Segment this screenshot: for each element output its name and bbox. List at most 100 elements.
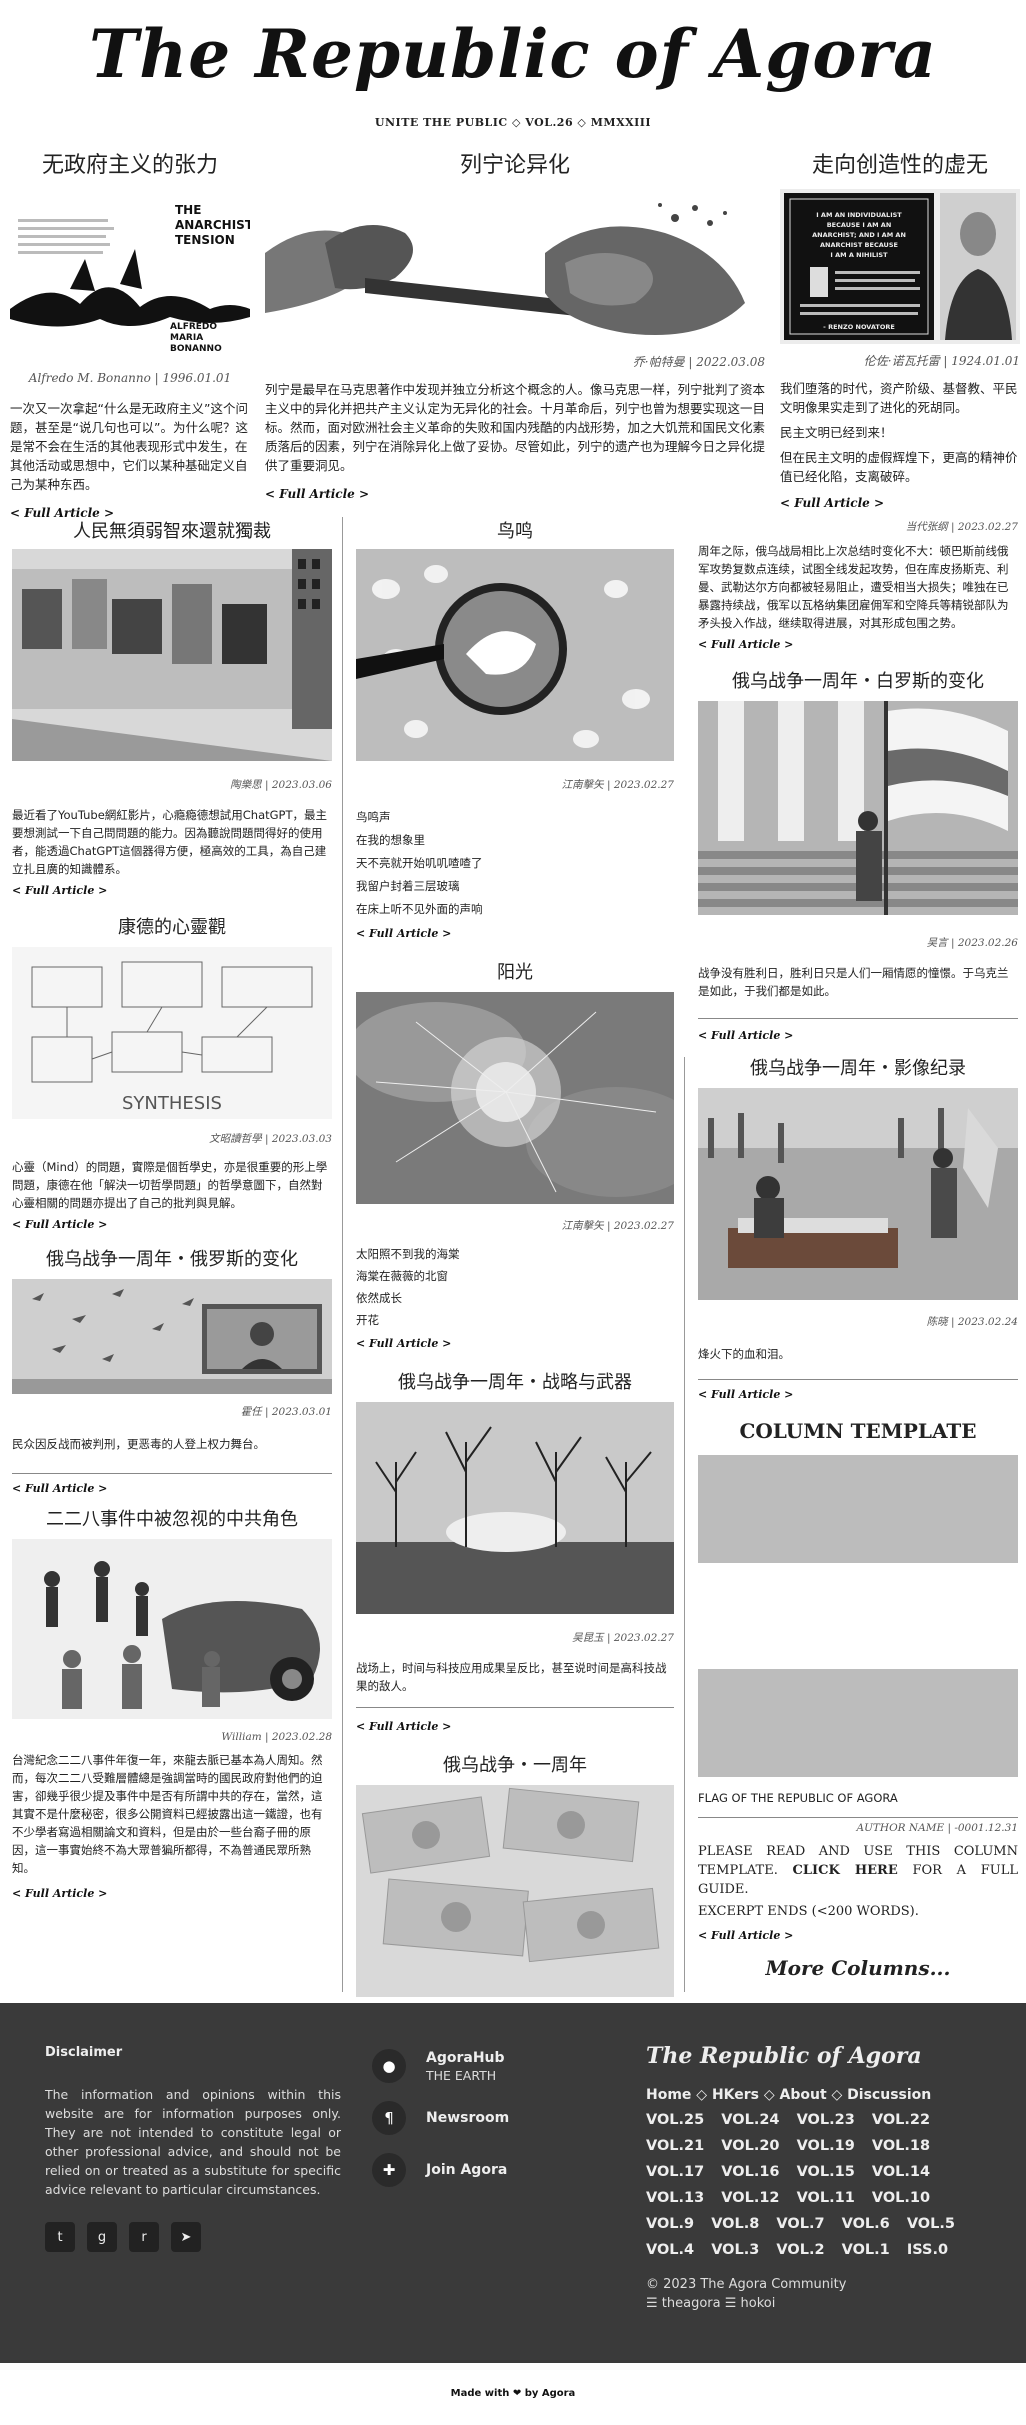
community-handles[interactable]: ☰ theagora ☰ hokoi [646,2296,986,2311]
full-article-link[interactable]: < Full Article > [12,1887,332,1900]
article-title[interactable]: 列宁论异化 [265,147,765,179]
volume-link[interactable]: ISS.0 [907,2242,948,2258]
poem: 太阳照不到我的海棠 海棠在薇薇的北窗 依然成长 开花 [356,1243,674,1331]
cover-title-line2: ANARCHIST [175,218,250,232]
volume-link[interactable]: VOL.13 [646,2190,704,2206]
volume-link[interactable]: VOL.12 [721,2190,779,2206]
reddit-icon[interactable]: r [129,2222,159,2252]
article-image[interactable] [698,1088,1018,1300]
volume-link[interactable]: VOL.9 [646,2216,694,2232]
github-icon[interactable]: g [87,2222,117,2252]
footer-link-join[interactable]: ✚ Join Agora [372,2153,509,2187]
divider [698,1817,1018,1818]
article-image[interactable] [356,992,674,1204]
article-image[interactable] [12,1279,332,1394]
volume-link[interactable]: VOL.1 [842,2242,890,2258]
flag-steps-image [698,701,1018,915]
article-image[interactable]: I AM AN INDIVIDUALIST BECAUSE I AM AN AN… [780,189,1020,344]
volume-link[interactable]: VOL.18 [872,2138,930,2154]
volume-link[interactable]: VOL.23 [797,2112,855,2128]
full-article-link[interactable]: < Full Article > [698,1029,1018,1042]
poem-line: 开花 [356,1313,379,1327]
nav-home[interactable]: Home [646,2087,691,2103]
copyright: © 2023 The Agora Community [646,2277,847,2292]
footer-link-label: AgoraHub [426,2049,505,2066]
poem-line: 鸟鸣声 [356,810,391,824]
top-article-creative-nothing: 走向创造性的虚无 I AM AN INDIVIDUALIST BECAUSE I… [780,147,1020,510]
article-title[interactable]: 俄乌战争一周年・俄罗斯的变化 [12,1245,332,1271]
full-article-link[interactable]: < Full Article > [780,496,1020,510]
full-article-link[interactable]: < Full Article > [698,1929,1018,1942]
article-title[interactable]: 二二八事件中被忽视的中共角色 [12,1505,332,1531]
volume-link[interactable]: VOL.11 [797,2190,855,2206]
volume-link[interactable]: VOL.17 [646,2164,704,2180]
article-meta: 乔·帕特曼 | 2022.03.08 [632,355,765,369]
template-image-placeholder[interactable] [698,1455,1018,1563]
full-article-link[interactable]: < Full Article > [12,884,332,897]
article-image[interactable] [356,1785,674,1997]
nav-discussion[interactable]: Discussion [847,2087,931,2103]
volume-link[interactable]: VOL.6 [842,2216,890,2232]
volume-link[interactable]: VOL.24 [721,2112,779,2128]
article-image[interactable] [356,1402,674,1614]
volume-link[interactable]: VOL.8 [711,2216,759,2232]
full-article-link[interactable]: < Full Article > [356,1720,674,1733]
divider [356,1707,674,1708]
article-title[interactable]: 俄乌战争・一周年 [356,1751,674,1777]
template-title[interactable]: COLUMN TEMPLATE [698,1419,1018,1443]
volume-link[interactable]: VOL.4 [646,2242,694,2258]
volume-link[interactable]: VOL.19 [797,2138,855,2154]
footer-brand[interactable]: The Republic of Agora [646,2043,986,2069]
article-image[interactable]: THE ANARCHIST TENSION ALFREDO MARIA BONA… [10,189,250,359]
more-columns-link[interactable]: More Columns... [698,1956,1018,1980]
volume-link[interactable]: VOL.16 [721,2164,779,2180]
site-title[interactable]: The Republic of Agora [0,14,1026,94]
telegram-icon[interactable]: ➤ [171,2222,201,2252]
article-image[interactable] [12,1539,332,1719]
funeral-image [698,1088,1018,1300]
volume-link[interactable]: VOL.10 [872,2190,930,2206]
full-article-link[interactable]: < Full Article > [12,1482,332,1495]
nav-about[interactable]: About [780,2087,827,2103]
volume-link[interactable]: VOL.25 [646,2112,704,2128]
volume-link[interactable]: VOL.15 [797,2164,855,2180]
article-title[interactable]: 俄乌战争一周年・影像纪录 [698,1054,1018,1080]
volume-link[interactable]: VOL.14 [872,2164,930,2180]
full-article-link[interactable]: < Full Article > [698,1388,1018,1401]
cover-title-line1: THE [175,203,201,217]
full-article-link[interactable]: < Full Article > [356,1337,674,1350]
full-article-link[interactable]: < Full Article > [698,638,1018,651]
nav-hkers[interactable]: HKers [712,2087,759,2103]
article-title[interactable]: 人民無須弱智來還就獨裁 [12,517,332,543]
article-image[interactable] [698,701,1018,915]
volume-link[interactable]: VOL.2 [776,2242,824,2258]
article-title[interactable]: 俄乌战争一周年・白罗斯的变化 [698,667,1018,693]
volume-link[interactable]: VOL.5 [907,2216,955,2232]
volume-link[interactable]: VOL.20 [721,2138,779,2154]
article-title[interactable]: 鸟鸣 [356,517,674,543]
twitter-magnifier-image [356,549,674,761]
footer-nav: Home ◇ HKers ◇ About ◇ Discussion [646,2087,932,2103]
article-image[interactable]: SYNTHESIS [12,947,332,1119]
template-guide-link[interactable]: CLICK HERE [793,1863,898,1878]
article-image[interactable] [265,193,765,343]
volume-link[interactable]: VOL.22 [872,2112,930,2128]
full-article-link[interactable]: < Full Article > [265,487,765,501]
volume-link[interactable]: VOL.21 [646,2138,704,2154]
quote-line: ANARCHIST; AND I AM AN [812,231,906,239]
footer-link-newsroom[interactable]: ¶ Newsroom [372,2101,509,2135]
article-title[interactable]: 阳光 [356,958,674,984]
article-title[interactable]: 俄乌战争一周年・战略与武器 [356,1368,674,1394]
article-title[interactable]: 康德的心靈觀 [12,913,332,939]
flag-image-placeholder[interactable] [698,1669,1018,1777]
twitter-icon[interactable]: t [45,2222,75,2252]
volume-link[interactable]: VOL.7 [776,2216,824,2232]
article-image[interactable] [356,549,674,761]
article-image[interactable] [12,549,332,761]
volume-link[interactable]: VOL.3 [711,2242,759,2258]
footer-link-agorahub[interactable]: ● AgoraHub THE EARTH [372,2049,509,2083]
article-title[interactable]: 无政府主义的张力 [10,147,250,179]
article-title[interactable]: 走向创造性的虚无 [780,147,1020,179]
full-article-link[interactable]: < Full Article > [356,927,674,940]
full-article-link[interactable]: < Full Article > [12,1218,332,1231]
